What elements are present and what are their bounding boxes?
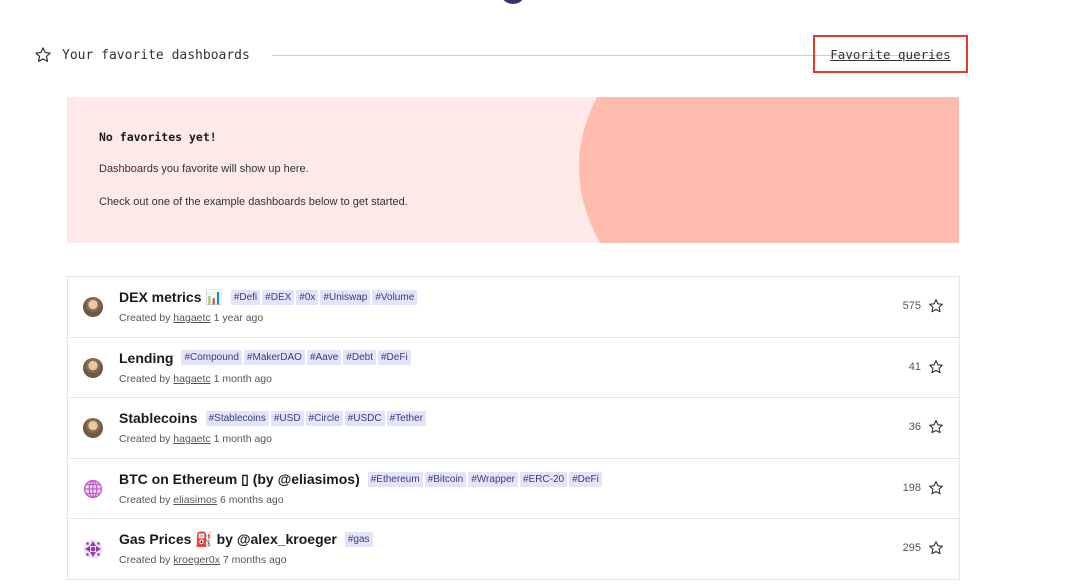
tag-list: #Compound #MakerDAO #Aave #Debt #DeFi bbox=[181, 350, 412, 365]
tag[interactable]: #Uniswap bbox=[320, 290, 371, 305]
tag[interactable]: #ERC-20 bbox=[519, 471, 568, 487]
dashboard-row[interactable]: Gas Prices ⛽ by @alex_kroeger #gas Created… bbox=[68, 519, 959, 580]
author-link[interactable]: hagaetc bbox=[173, 373, 210, 385]
dashboard-row[interactable]: DEX metrics 📊 #Defi #DEX #0x #Uniswap #Volume… bbox=[68, 277, 959, 338]
tag[interactable]: #Volume bbox=[372, 290, 418, 305]
globe-pattern-icon bbox=[83, 479, 103, 499]
star-count: 198 bbox=[902, 481, 921, 494]
dashboard-title-line: Lending #Compound #MakerDAO #Aave #Debt #DeFi bbox=[119, 350, 413, 366]
star-icon[interactable] bbox=[928, 540, 944, 556]
dashboard-row[interactable]: BTC on Ethereum ▯ (by @eliasimos) #Ethere… bbox=[68, 459, 959, 519]
created-by-label: Created by bbox=[119, 433, 171, 445]
star-count: 295 bbox=[902, 542, 921, 554]
created-by-label: Created by bbox=[119, 372, 171, 385]
user-avatar bbox=[83, 418, 103, 438]
dashboard-meta: Created by hagaetc 1 year ago bbox=[119, 312, 263, 324]
tag[interactable]: #gas bbox=[344, 532, 373, 547]
dashboard-title[interactable]: BTC on Ethereum ▯ (by @eliasimos) bbox=[119, 471, 360, 488]
tag[interactable]: #Compound bbox=[181, 350, 242, 365]
star-icon[interactable] bbox=[928, 480, 944, 496]
tag[interactable]: #DeFi bbox=[377, 350, 411, 365]
star-icon[interactable] bbox=[928, 419, 944, 435]
dashboard-row[interactable]: Lending #Compound #MakerDAO #Aave #Debt #DeFi… bbox=[68, 338, 959, 398]
dashboard-title-line: Gas Prices ⛽ by @alex_kroeger #gas bbox=[119, 531, 375, 548]
author-link[interactable]: eliasimos bbox=[173, 494, 217, 506]
star-count-group: 36 bbox=[909, 419, 944, 435]
dashboard-title-line: BTC on Ethereum ▯ (by @eliasimos) #Ethere… bbox=[119, 471, 604, 488]
created-by-label: Created by bbox=[119, 554, 171, 566]
tag[interactable]: #USDC bbox=[344, 410, 385, 426]
panel-decoration bbox=[579, 97, 959, 243]
empty-message: Dashboards you favorite will show up her… bbox=[99, 163, 309, 175]
dashboard-title[interactable]: Stablecoins bbox=[119, 410, 198, 426]
dashboard-list: DEX metrics 📊 #Defi #DEX #0x #Uniswap #Volume… bbox=[67, 276, 960, 580]
star-icon[interactable] bbox=[928, 298, 944, 314]
empty-favorites-panel: No favorites yet! Dashboards you favorit… bbox=[67, 97, 959, 243]
tag[interactable]: #0x bbox=[296, 290, 319, 305]
tag[interactable]: #Wrapper bbox=[468, 471, 518, 487]
dashboard-title[interactable]: DEX metrics 📊 bbox=[119, 289, 223, 306]
created-by-label: Created by bbox=[119, 312, 171, 324]
dashboard-meta: Created by eliasimos 6 months ago bbox=[119, 494, 284, 506]
dashboard-row[interactable]: Stablecoins #Stablecoins #USD #Circle #USDC #… bbox=[68, 398, 959, 459]
dashboard-meta: Created by hagaetc 1 month ago bbox=[119, 433, 272, 445]
empty-heading: No favorites yet! bbox=[99, 130, 217, 144]
tag[interactable]: #Ethereum bbox=[367, 471, 423, 487]
created-age: 1 month ago bbox=[213, 433, 272, 445]
favorites-title: Your favorite dashboards bbox=[62, 47, 250, 63]
tag-list: #Defi #DEX #0x #Uniswap #Volume bbox=[230, 290, 419, 305]
tag[interactable]: #MakerDAO bbox=[243, 350, 305, 365]
author-link[interactable]: kroeger0x bbox=[173, 554, 220, 566]
created-age: 7 months ago bbox=[222, 554, 287, 566]
created-age: 1 month ago bbox=[213, 372, 272, 385]
tag-list: #Stablecoins #USD #Circle #USDC #Tether bbox=[205, 410, 428, 426]
author-link[interactable]: hagaetc bbox=[173, 433, 210, 445]
dashboard-title[interactable]: Lending bbox=[119, 350, 173, 366]
dashboard-title[interactable]: Gas Prices ⛽ by @alex_kroeger bbox=[119, 531, 337, 548]
top-avatar-edge bbox=[500, 0, 526, 4]
star-count: 41 bbox=[908, 360, 921, 373]
tag[interactable]: #Debt bbox=[343, 350, 376, 365]
star-count-group: 295 bbox=[903, 540, 944, 556]
tag[interactable]: #Bitcoin bbox=[424, 471, 467, 487]
star-count-group: 198 bbox=[903, 480, 944, 496]
favorite-queries-link[interactable]: Favorite queries bbox=[830, 47, 950, 62]
dashboard-title-line: DEX metrics 📊 #Defi #DEX #0x #Uniswap #Volume bbox=[119, 289, 419, 306]
tag[interactable]: #Aave bbox=[306, 350, 342, 365]
created-age: 6 months ago bbox=[219, 493, 284, 506]
dashboard-title-line: Stablecoins #Stablecoins #USD #Circle #USDC #… bbox=[119, 410, 428, 426]
tag[interactable]: #Tether bbox=[386, 410, 426, 426]
star-icon[interactable] bbox=[928, 359, 944, 375]
tag[interactable]: #DEX bbox=[262, 290, 295, 305]
dashboard-meta: Created by hagaetc 1 month ago bbox=[119, 373, 272, 385]
tag[interactable]: #USD bbox=[270, 410, 304, 426]
tag[interactable]: #Defi bbox=[230, 290, 261, 305]
tag-list: #gas bbox=[344, 532, 375, 547]
dashboard-meta: Created by kroeger0x 7 months ago bbox=[119, 554, 287, 566]
tag-list: #Ethereum #Bitcoin #Wrapper #ERC-20 #DeFi bbox=[367, 471, 604, 487]
tag[interactable]: #Stablecoins bbox=[205, 410, 269, 426]
tag[interactable]: #DeFi bbox=[569, 471, 602, 487]
tag[interactable]: #Circle bbox=[305, 410, 343, 426]
favorite-queries-highlight: Favorite queries bbox=[813, 35, 968, 73]
star-count-group: 41 bbox=[909, 359, 944, 375]
star-count-group: 575 bbox=[903, 298, 944, 314]
created-age: 1 year ago bbox=[213, 312, 264, 324]
star-icon bbox=[35, 47, 51, 62]
user-avatar bbox=[83, 297, 103, 317]
user-avatar bbox=[83, 357, 103, 378]
author-link[interactable]: hagaetc bbox=[173, 312, 210, 324]
star-count: 36 bbox=[908, 421, 921, 433]
star-count: 575 bbox=[902, 300, 921, 312]
geometric-pattern-icon bbox=[83, 539, 103, 559]
created-by-label: Created by bbox=[119, 493, 171, 506]
empty-hint: Check out one of the example dashboards … bbox=[99, 196, 408, 208]
